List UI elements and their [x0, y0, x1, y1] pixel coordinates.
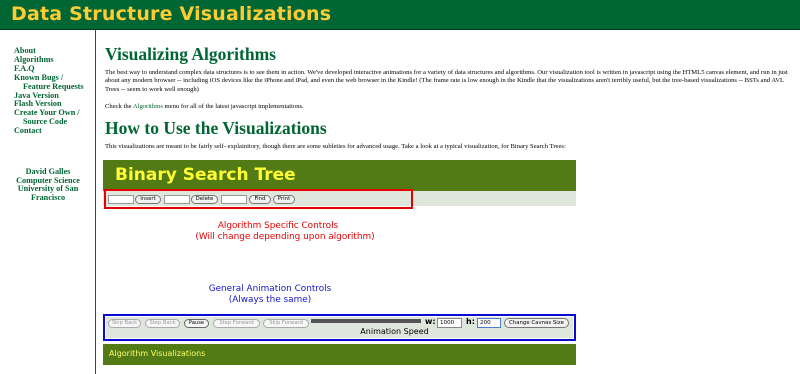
algorithm-controls-highlight: [104, 189, 413, 209]
check-prefix: Check the: [105, 103, 133, 110]
nav-known-bugs[interactable]: Known Bugs / Feature Requests: [14, 72, 96, 92]
animation-controls-highlight: [103, 314, 576, 341]
nav-create-your-own[interactable]: Create Your Own / Source Code: [14, 108, 96, 127]
heading-how-to-use: How to Use the Visualizations: [105, 118, 327, 138]
general-controls-label: General Animation Controls (Always the s…: [195, 284, 345, 306]
general-controls-line2: (Always the same): [228, 295, 312, 305]
demo-footer: Algorithm Visualizations: [103, 344, 576, 365]
nav-create-your-own-label: Create Your Own /: [14, 108, 80, 118]
nav-known-bugs-label: Known Bugs /: [14, 72, 64, 82]
bst-demo-image: Binary Search Tree Insert Delete Find Pr…: [103, 160, 576, 365]
howto-paragraph: This visualizations are meant to be fair…: [105, 143, 566, 150]
demo-footer-label: Algorithm Visualizations: [109, 349, 206, 358]
nav-contact[interactable]: Contact: [14, 126, 96, 136]
author-affiliation: David Galles Computer Science University…: [0, 167, 96, 202]
algorithm-specific-label: Algorithm Specific Controls (Will change…: [173, 221, 383, 243]
demo-header: Binary Search Tree: [103, 160, 576, 191]
heading-visualizing-algorithms: Visualizing Algorithms: [105, 44, 276, 64]
check-suffix: menu for all of the latest javascript im…: [162, 103, 304, 110]
site-title: Data Structure Visualizations: [11, 3, 332, 25]
intro-paragraph: The best way to understand complex data …: [105, 69, 788, 93]
algorithm-specific-line2: (Will change depending upon algorithm): [195, 232, 375, 242]
demo-title: Binary Search Tree: [115, 165, 296, 185]
check-algorithms-paragraph: Check the Algorithms menu for all of the…: [105, 103, 795, 111]
university-line-2: Francisco: [30, 192, 66, 202]
site-header: Data Structure Visualizations: [0, 0, 800, 30]
sidebar: About Algorithms F.A.Q Known Bugs / Feat…: [0, 30, 96, 374]
sidebar-nav: About Algorithms F.A.Q Known Bugs / Feat…: [14, 46, 96, 136]
general-controls-line1: General Animation Controls: [208, 284, 332, 294]
algorithms-inline-link[interactable]: Algorithms: [133, 103, 163, 110]
algorithm-specific-line1: Algorithm Specific Controls: [217, 221, 339, 231]
